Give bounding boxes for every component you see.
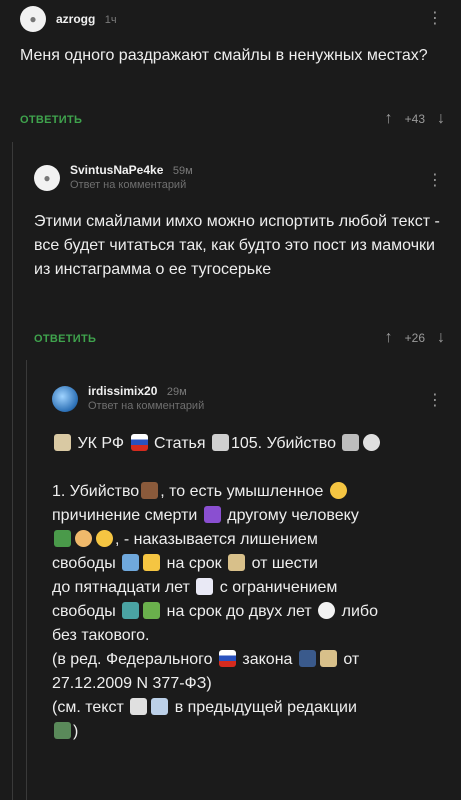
landscape-icon [143, 602, 161, 619]
text-fragment: 27.12.2009 N 377-ФЗ) [52, 675, 212, 692]
comment-meta: irdissimix20 29м Ответ на комментарий [88, 384, 204, 413]
text-fragment: ) [73, 723, 79, 740]
russia-flag-icon [130, 434, 148, 451]
text-fragment: от шести [251, 555, 318, 572]
downvote-icon[interactable]: ↓ [437, 329, 445, 347]
user-avatar[interactable]: ● [20, 6, 46, 32]
silhouette-icon [96, 530, 113, 547]
thinking-face-icon [329, 482, 347, 499]
knife-icon [141, 482, 159, 499]
lock-icon [143, 554, 161, 571]
book-icon [54, 434, 71, 451]
text-fragment: в предыдущей редакции [174, 699, 357, 716]
user-avatar[interactable] [52, 385, 78, 412]
upvote-icon[interactable]: ↑ [385, 329, 393, 347]
text-fragment: от [343, 651, 360, 668]
person-walking-icon [54, 530, 71, 547]
comment-meta: SvintusNaPe4ke 59м Ответ на комментарий [70, 163, 193, 192]
document-icon [151, 698, 169, 715]
skull-icon [363, 434, 381, 451]
text-line: (в ред. Федерального закона от [52, 648, 452, 672]
more-options-icon[interactable]: ⋮ [427, 8, 443, 28]
thread-line [26, 360, 27, 800]
downvote-icon[interactable]: ↓ [437, 110, 445, 128]
text-line: 1. Убийство , то есть умышленное [52, 480, 452, 504]
user-avatar[interactable]: ● [34, 164, 60, 191]
clock-icon [318, 602, 336, 619]
hourglass-icon [228, 554, 246, 571]
text-line: 27.12.2009 N 377-ФЗ) [52, 672, 452, 696]
comment-text: Меня одного раздражают смайлы в ненужных… [20, 47, 428, 64]
reply-button[interactable]: ОТВЕТИТЬ [34, 333, 96, 345]
text-line: , - наказывается лишением [52, 528, 452, 552]
comment-time: 1ч [104, 13, 117, 26]
text-fragment: до пятнадцати лет [52, 579, 190, 596]
comment-header: irdissimix20 29м Ответ на комментарий [52, 384, 204, 413]
rating-value: +43 [404, 112, 425, 126]
text-line: причинение смерти другому человеку [52, 504, 452, 528]
text-fragment: с ограничением [219, 579, 338, 596]
text-line: без такового. [52, 624, 452, 648]
text-fragment: свободы [52, 555, 116, 572]
comment-text: УК РФ Статья 105. Убийство 1. Убийство , … [52, 432, 452, 744]
text-line: УК РФ Статья 105. Убийство [52, 432, 452, 456]
rating: ↑ +43 ↓ [385, 110, 445, 128]
crossed-swords-icon [342, 434, 360, 451]
police-officer-icon [298, 650, 316, 667]
comment-time: 59м [172, 165, 193, 177]
text-fragment: , то есть умышленное [160, 483, 324, 500]
upvote-icon[interactable]: ↑ [385, 110, 393, 128]
russia-flag-icon [218, 650, 236, 667]
text-fragment: без такового. [52, 627, 150, 644]
person-icon [122, 602, 140, 619]
document-icon [211, 434, 229, 451]
calendar-icon [196, 578, 214, 595]
text-fragment: другому человеку [227, 507, 359, 524]
text-fragment: УК РФ [77, 435, 125, 452]
text-fragment: причинение смерти [52, 507, 198, 524]
text-fragment: , - наказывается лишением [115, 531, 318, 548]
reply-button[interactable]: ОТВЕТИТЬ [20, 114, 82, 126]
username[interactable]: SvintusNaPe4ke [70, 163, 163, 177]
memo-icon [130, 698, 148, 715]
books-icon [54, 722, 71, 739]
text-fragment: 105. Убийство [230, 435, 336, 452]
text-fragment: на срок [166, 555, 222, 572]
text-line: ) [52, 720, 452, 744]
reply-to-label[interactable]: Ответ на комментарий [88, 399, 204, 413]
comment-text: Этими смайлами имхо можно испортить любо… [34, 213, 440, 278]
text-line: свободы на срок до двух лет либо [52, 600, 452, 624]
text-line: до пятнадцати лет с ограничением [52, 576, 452, 600]
text-fragment: закона [242, 651, 293, 668]
username[interactable]: irdissimix20 [88, 384, 157, 398]
more-options-icon[interactable]: ⋮ [427, 170, 443, 190]
grid-icon [122, 554, 140, 571]
thread-line [12, 142, 13, 800]
text-fragment: (в ред. Федерального [52, 651, 213, 668]
text-fragment: на срок до двух лет [166, 603, 312, 620]
cross-icon [203, 506, 221, 523]
text-fragment: Статья [153, 435, 206, 452]
text-fragment: 1. Убийство [52, 483, 140, 500]
text-line: (см. текст в предыдущей редакции [52, 696, 452, 720]
reply-to-label[interactable]: Ответ на комментарий [70, 178, 193, 192]
man-face-icon [75, 530, 92, 547]
scales-icon [319, 650, 337, 667]
text-fragment: свободы [52, 603, 116, 620]
more-options-icon[interactable]: ⋮ [427, 390, 443, 410]
text-fragment: либо [341, 603, 378, 620]
comment-time: 29м [166, 386, 187, 398]
comment-header: ● azrogg 1ч [20, 6, 117, 32]
text-fragment: (см. текст [52, 699, 124, 716]
rating-value: +26 [404, 331, 425, 345]
text-line: свободы на срок от шести [52, 552, 452, 576]
username[interactable]: azrogg [56, 12, 95, 26]
comment-header: ● SvintusNaPe4ke 59м Ответ на комментари… [34, 163, 193, 192]
comment-meta: azrogg 1ч [56, 12, 117, 27]
rating: ↑ +26 ↓ [385, 329, 445, 347]
